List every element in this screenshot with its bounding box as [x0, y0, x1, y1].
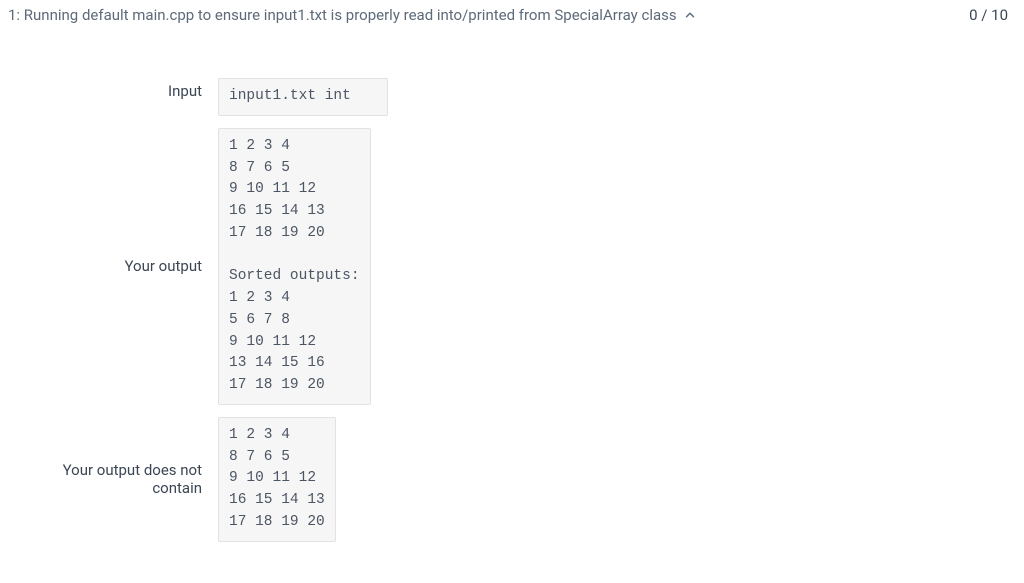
test-header-left: 1: Running default main.cpp to ensure in… [8, 6, 697, 24]
chevron-up-icon [683, 8, 697, 22]
your-output-label: Your output [10, 257, 218, 275]
test-title: 1: Running default main.cpp to ensure in… [8, 6, 677, 24]
your-output-row: Your output 1 2 3 4 8 7 6 5 9 10 11 12 1… [10, 128, 1014, 405]
does-not-contain-row: Your output does not contain 1 2 3 4 8 7… [10, 417, 1014, 542]
score-display: 0 / 10 [969, 6, 1014, 24]
your-output-value-col: 1 2 3 4 8 7 6 5 9 10 11 12 16 15 14 13 1… [218, 128, 371, 405]
your-output-code: 1 2 3 4 8 7 6 5 9 10 11 12 16 15 14 13 1… [218, 128, 371, 405]
input-row: Input input1.txt int [10, 78, 1014, 116]
input-value-col: input1.txt int [218, 78, 388, 116]
does-not-contain-code: 1 2 3 4 8 7 6 5 9 10 11 12 16 15 14 13 1… [218, 417, 336, 542]
test-content: Input input1.txt int Your output 1 2 3 4… [0, 38, 1024, 542]
test-header[interactable]: 1: Running default main.cpp to ensure in… [0, 0, 1024, 38]
input-code: input1.txt int [218, 78, 388, 116]
does-not-contain-value-col: 1 2 3 4 8 7 6 5 9 10 11 12 16 15 14 13 1… [218, 417, 336, 542]
input-label: Input [10, 78, 218, 100]
does-not-contain-label: Your output does not contain [10, 461, 218, 497]
